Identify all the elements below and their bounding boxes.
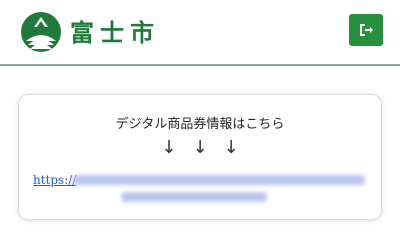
- voucher-info-card: デジタル商品券情報はこちら ↓ ↓ ↓ https://: [18, 94, 382, 220]
- down-arrow-icon: ↓: [161, 137, 177, 158]
- down-arrow-icon: ↓: [223, 137, 239, 158]
- logout-icon: [360, 24, 373, 36]
- link-prefix[interactable]: https://: [33, 173, 76, 187]
- redacted-url-segment: [73, 175, 365, 185]
- down-arrows: ↓ ↓ ↓: [19, 137, 381, 158]
- logout-button[interactable]: [349, 14, 383, 46]
- card-title: デジタル商品券情報はこちら: [115, 117, 285, 132]
- city-emblem-icon: [20, 11, 62, 53]
- app-header: 富士市: [0, 0, 400, 66]
- city-name-logo: 富士市: [70, 18, 160, 47]
- voucher-link[interactable]: https://: [33, 171, 369, 202]
- redacted-url-segment: [121, 192, 267, 202]
- down-arrow-icon: ↓: [192, 137, 208, 158]
